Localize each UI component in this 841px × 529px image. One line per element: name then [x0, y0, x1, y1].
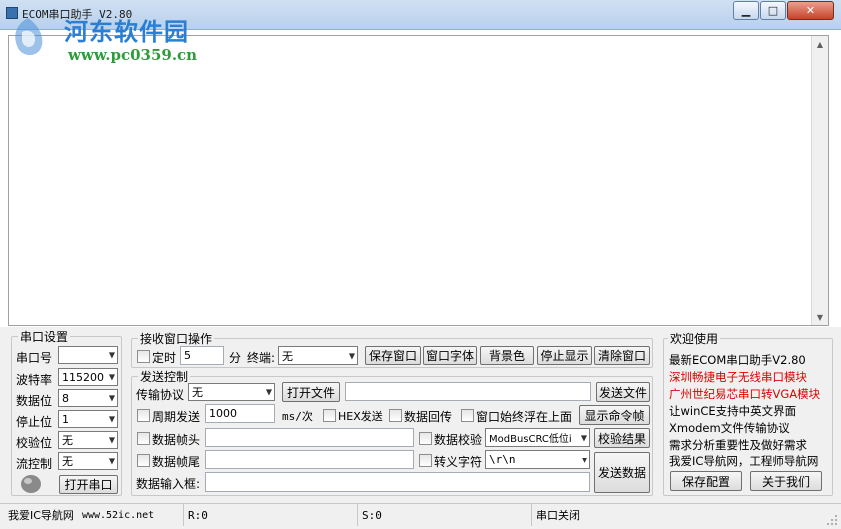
chevron-down-icon: ▼	[108, 393, 115, 403]
file-path-input[interactable]	[345, 382, 591, 401]
timer-label: 定时	[152, 351, 177, 365]
hex-send-label: HEX发送	[338, 410, 383, 423]
timer-checkbox[interactable]	[137, 350, 150, 363]
minimize-button[interactable]: ▁	[733, 1, 759, 20]
data-input-field[interactable]	[205, 472, 590, 492]
checksum-checkbox[interactable]	[419, 432, 432, 445]
chevron-down-icon: ▼	[348, 351, 355, 360]
data-echo-label: 数据回传	[404, 410, 453, 424]
show-command-frame-button[interactable]: 显示命令帧	[579, 405, 650, 425]
period-input[interactable]: 1000	[205, 404, 275, 423]
checksum-label: 数据校验	[434, 433, 483, 447]
frame-tail-label: 数据帧尾	[152, 455, 201, 469]
welcome-link-7[interactable]: 我爱IC导航网，工程师导航网	[669, 453, 818, 469]
minute-label: 分	[229, 351, 242, 365]
terminal-select[interactable]: 无 ▼	[278, 346, 358, 365]
welcome-link-4[interactable]: 让winCE支持中英文界面	[669, 403, 796, 419]
chevron-down-icon: ▼	[108, 456, 115, 466]
flow-select[interactable]: 无 ▼	[58, 452, 118, 470]
stopbits-label: 停止位	[16, 415, 53, 429]
escape-char-label: 转义字符	[434, 455, 483, 469]
float-top-checkbox[interactable]	[461, 409, 474, 422]
data-input-label: 数据输入框:	[136, 477, 201, 491]
scroll-up-icon[interactable]: ▲	[812, 36, 828, 52]
serial-settings-title: 串口设置	[18, 328, 71, 345]
terminal-label: 终端:	[247, 351, 276, 365]
watermark-title: 河东软件园	[64, 17, 189, 46]
save-window-button[interactable]: 保存窗口	[365, 346, 421, 365]
about-us-button[interactable]: 关于我们	[750, 471, 822, 491]
background-color-button[interactable]: 背景色	[480, 346, 534, 365]
recv-count: R:0	[184, 504, 358, 526]
scroll-down-icon[interactable]: ▼	[812, 309, 828, 325]
welcome-link-5[interactable]: Xmodem文件传输协议	[669, 420, 790, 436]
timer-input[interactable]: 5	[180, 346, 224, 365]
escape-char-checkbox[interactable]	[419, 454, 432, 467]
periodic-send-checkbox[interactable]	[137, 409, 150, 422]
data-echo-checkbox[interactable]	[389, 409, 402, 422]
receive-textarea[interactable]	[8, 35, 829, 326]
float-top-label: 窗口始终浮在上面	[476, 410, 573, 424]
frame-head-input[interactable]	[205, 428, 414, 447]
welcome-link-3[interactable]: 广州世纪易芯串口转VGA模块	[669, 386, 820, 402]
frame-tail-checkbox[interactable]	[137, 454, 150, 467]
welcome-link-2[interactable]: 深圳畅捷电子无线串口模块	[669, 369, 807, 385]
escape-char-select[interactable]: \r\n ▼	[485, 450, 590, 469]
send-count: S:0	[358, 504, 532, 526]
chevron-down-icon: ▼	[108, 350, 115, 360]
period-unit-label: ms/次	[282, 410, 313, 423]
periodic-send-label: 周期发送	[152, 410, 201, 424]
chevron-down-icon: ▼	[580, 433, 587, 442]
chevron-down-icon: ▼	[265, 387, 272, 397]
frame-tail-input[interactable]	[205, 450, 414, 469]
chevron-down-icon: ▼	[582, 455, 587, 464]
chevron-down-icon: ▼	[108, 414, 115, 424]
send-file-button[interactable]: 发送文件	[596, 382, 650, 402]
databits-select[interactable]: 8 ▼	[58, 389, 118, 407]
stop-display-button[interactable]: 停止显示	[537, 346, 592, 365]
checksum-result-button[interactable]: 校验结果	[594, 428, 650, 448]
window-font-button[interactable]: 窗口字体	[423, 346, 477, 365]
welcome-link-6[interactable]: 需求分析重要性及做好需求	[669, 437, 807, 453]
parity-label: 校验位	[16, 436, 53, 450]
protocol-label: 传输协议	[136, 388, 185, 402]
parity-select[interactable]: 无 ▼	[58, 431, 118, 449]
port-status-indicator-icon	[21, 475, 41, 493]
watermark-url: www.pc0359.cn	[68, 46, 198, 64]
baud-label: 波特率	[16, 373, 53, 387]
receive-ops-title: 接收窗口操作	[138, 330, 215, 347]
send-control-title: 发送控制	[138, 368, 191, 385]
port-label: 串口号	[16, 351, 53, 365]
watermark-logo-icon	[15, 18, 43, 56]
send-data-button[interactable]: 发送数据	[594, 452, 650, 493]
open-file-button[interactable]: 打开文件	[282, 382, 340, 402]
status-link-cell[interactable]: 我爱IC导航网 www.52ic.net	[4, 504, 184, 526]
frame-head-label: 数据帧头	[152, 433, 201, 447]
frame-head-checkbox[interactable]	[137, 432, 150, 445]
port-select[interactable]: ▼	[58, 346, 118, 364]
welcome-link-1[interactable]: 最新ECOM串口助手V2.80	[669, 352, 806, 368]
maximize-button[interactable]: □	[760, 1, 786, 20]
welcome-title: 欢迎使用	[668, 330, 721, 347]
hex-send-checkbox[interactable]	[323, 409, 336, 422]
save-config-button[interactable]: 保存配置	[670, 471, 742, 491]
status-link-text[interactable]: 我爱IC导航网	[8, 507, 74, 523]
chevron-down-icon: ▼	[108, 435, 115, 445]
checksum-select[interactable]: ModBusCRC低位i ▼	[485, 428, 590, 447]
protocol-select[interactable]: 无 ▼	[188, 383, 275, 401]
status-url[interactable]: www.52ic.net	[82, 510, 154, 521]
baud-select[interactable]: 115200 ▼	[58, 368, 118, 386]
resize-grip-icon[interactable]	[826, 514, 838, 526]
stopbits-select[interactable]: 1 ▼	[58, 410, 118, 428]
flow-label: 流控制	[16, 457, 53, 471]
close-button[interactable]: ✕	[787, 1, 834, 20]
port-state: 串口关闭	[536, 509, 580, 522]
chevron-down-icon: ▼	[108, 372, 115, 382]
clear-window-button[interactable]: 清除窗口	[594, 346, 650, 365]
receive-scrollbar[interactable]: ▲ ▼	[811, 36, 828, 325]
databits-label: 数据位	[16, 394, 53, 408]
open-port-button[interactable]: 打开串口	[59, 475, 118, 494]
